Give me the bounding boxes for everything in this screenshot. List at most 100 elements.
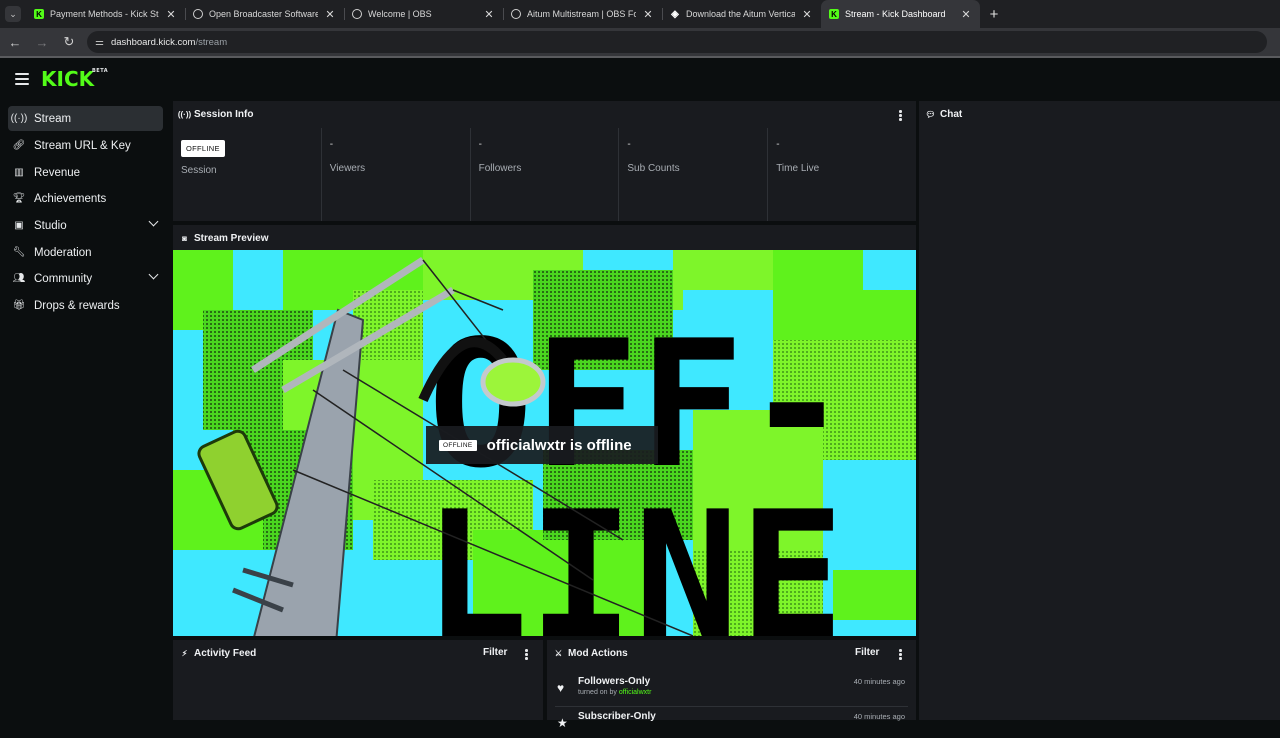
kick-icon: K [34,9,44,19]
tab-title: Welcome | OBS [368,9,432,19]
arrow-right-icon: → [35,34,49,50]
more-options-icon[interactable] [899,649,902,661]
link-icon: 🔗︎ [12,140,26,151]
followers-stat: - Followers [471,128,620,221]
sidebar-item-moderation[interactable]: 🔧︎ Moderation [8,240,163,265]
new-tab-button[interactable]: + [980,0,1008,28]
stream-preview[interactable]: OFF- LINE OFFLINE officialwxtr is offlin… [173,250,916,636]
browser-tab[interactable]: Open Broadcaster Software | OB ✕ [185,0,344,28]
forward-button[interactable]: → [30,30,54,54]
studio-icon: ▣ [14,220,24,231]
panel-title: Mod Actions [568,647,628,659]
panel-title: Stream Preview [194,232,269,244]
chevron-down-icon: ⌄ [5,6,21,22]
tab-title: Payment Methods - Kick Stream [50,9,159,19]
url-host: dashboard.kick.com [110,36,196,48]
list-item: ★ Subscriber-Only 40 minutes ago [555,710,908,738]
broadcast-icon: ((·)) [177,109,192,119]
gift-icon: 🎁︎ [12,300,26,311]
sidebar-item-label: Revenue [34,166,81,179]
obs-icon [352,9,362,19]
close-icon[interactable]: ✕ [165,8,177,21]
kick-logo[interactable]: KICK BETA [41,67,108,91]
stat-label: Viewers [329,163,366,174]
sidebar-item-label: Achievements [34,192,107,205]
browser-toolbar: ← → ↻ ⚌ dashboard.kick.com/stream [0,28,1280,56]
sidebar: ((·)) Stream 🔗︎ Stream URL & Key ▥ Reven… [0,100,170,720]
mod-action-detail: turned on by officialwxtr [578,689,651,696]
sidebar-item-community[interactable]: 👥︎ Community [8,266,163,291]
browser-tab[interactable]: K Payment Methods - Kick Stream ✕ [26,0,185,28]
aitum-icon: ◈ [671,8,679,20]
sidebar-item-stream-url-key[interactable]: 🔗︎ Stream URL & Key [8,133,163,158]
session-info-panel: ((·)) Session Info OFFLINE Session - Vie… [173,101,916,221]
tab-title: Aitum Multistream | OBS Forum [527,9,636,19]
hamburger-menu-icon[interactable] [15,73,29,85]
kick-icon: K [829,9,839,19]
panel-header: 💬︎ Chat [919,101,1280,127]
heart-icon: ♥ [557,681,565,695]
browser-tab[interactable]: ◈ Download the Aitum Vertical Pl ✕ [662,0,821,28]
mod-action-user[interactable]: officialwxtr [619,689,652,696]
filter-button[interactable]: Filter [483,647,507,658]
stat-label: Session [181,165,217,176]
stat-value: - [776,139,780,150]
filter-button[interactable]: Filter [855,647,879,658]
url-path: /stream [195,36,228,48]
stat-value: - [627,139,631,150]
chevron-down-icon[interactable] [148,269,159,280]
star-icon: ★ [557,716,568,730]
tab-search-button[interactable]: ⌄ [0,0,26,28]
close-icon[interactable]: ✕ [324,8,336,21]
viewers-stat: - Viewers [322,128,471,221]
lightning-icon: ⚡︎ [181,648,188,658]
close-icon[interactable]: ✕ [801,8,813,21]
camera-icon: ◙ [182,233,187,243]
reload-icon: ↻ [63,34,75,49]
sidebar-item-label: Drops & rewards [34,299,120,312]
sidebar-item-label: Moderation [34,246,92,259]
sidebar-item-revenue[interactable]: ▥ Revenue [8,160,163,185]
browser-tab[interactable]: Welcome | OBS ✕ [344,0,503,28]
reload-button[interactable]: ↻ [57,30,81,54]
stat-label: Followers [478,163,522,174]
close-icon[interactable]: ✕ [483,8,495,21]
list-item: ♥ Followers-Only turned on by officialwx… [555,675,908,703]
chat-panel: 💬︎ Chat [919,101,1280,720]
panel-title: Activity Feed [194,647,257,659]
sidebar-item-achievements[interactable]: 🏆︎ Achievements [8,186,163,211]
stream-preview-header: ◙ Stream Preview [173,225,916,250]
chevron-down-icon[interactable] [148,216,159,227]
sidebar-item-studio[interactable]: ▣ Studio [8,213,163,238]
arrow-left-icon: ← [8,34,22,50]
close-icon[interactable]: ✕ [642,8,654,21]
sidebar-item-label: Stream [34,112,72,125]
sidebar-item-stream[interactable]: ((·)) Stream [8,106,163,131]
logo-text: KICK [41,67,95,91]
browser-tab-active[interactable]: K Stream - Kick Dashboard ✕ [821,0,980,28]
mod-action-name: Subscriber-Only [578,711,656,722]
tab-title: Download the Aitum Vertical Pl [686,9,795,19]
tab-title: Open Broadcaster Software | OB [209,9,318,19]
address-bar[interactable]: ⚌ dashboard.kick.com/stream [87,31,1267,53]
sidebar-item-drops-rewards[interactable]: 🎁︎ Drops & rewards [8,293,163,318]
site-settings-icon[interactable]: ⚌ [95,37,104,48]
back-button[interactable]: ← [3,30,27,54]
offline-badge: OFFLINE [439,439,477,451]
offline-message: officialwxtr is offline [486,436,632,454]
users-icon: 👥︎ [12,273,26,284]
more-options-icon[interactable] [899,110,902,122]
sword-icon: ⚔︎ [554,648,563,658]
more-options-icon[interactable] [525,649,528,661]
stat-value: - [329,139,334,150]
close-icon[interactable]: ✕ [960,8,972,21]
browser-tab-strip: ⌄ K Payment Methods - Kick Stream ✕ Open… [0,0,1280,28]
tab-title: Stream - Kick Dashboard [845,9,946,19]
chart-icon: ▥ [14,167,24,178]
plus-icon: + [989,5,999,23]
sub-counts-stat: - Sub Counts [619,128,769,221]
mod-action-name: Followers-Only [578,676,651,687]
browser-tab[interactable]: Aitum Multistream | OBS Forum ✕ [503,0,662,28]
mod-action-prefix: turned on by [578,689,617,696]
obs-icon [511,9,521,19]
